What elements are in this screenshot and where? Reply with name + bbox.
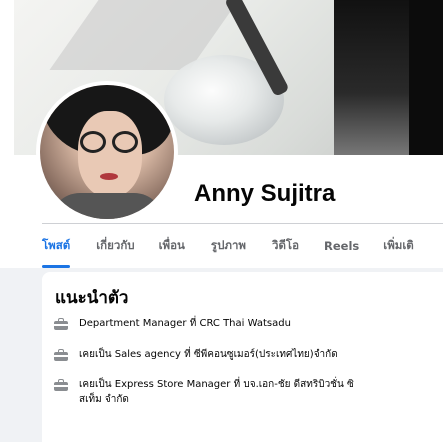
intro-item-text: เคยเป็น Express Store Manager ที่ บจ.เอก… bbox=[79, 379, 354, 405]
profile-tabs: โพสต์ เกี่ยวกับ เพื่อน รูปภาพ วิดีโอ Ree… bbox=[42, 223, 414, 268]
intro-item: เคยเป็น Express Store Manager ที่ บจ.เอก… bbox=[54, 377, 359, 407]
intro-item-text: เคยเป็น Sales agency ที่ ซีพีคอนซูเมอร์(… bbox=[79, 349, 338, 360]
profile-name: Anny Sujitra bbox=[194, 180, 336, 207]
briefcase-icon bbox=[54, 317, 68, 331]
briefcase-icon bbox=[54, 378, 68, 392]
avatar-glasses-right bbox=[112, 131, 138, 153]
avatar-lips bbox=[100, 173, 118, 180]
tab-more[interactable]: เพิ่มเติ bbox=[383, 223, 414, 268]
intro-card: แนะนำตัว Department Manager ที่ CRC Thai… bbox=[42, 272, 443, 442]
avatar-ring[interactable] bbox=[36, 81, 178, 223]
tab-videos[interactable]: วิดีโอ bbox=[272, 223, 299, 268]
tab-posts[interactable]: โพสต์ bbox=[42, 223, 71, 268]
cover-dark-edge bbox=[409, 0, 443, 155]
avatar[interactable] bbox=[40, 85, 174, 219]
tab-photos[interactable]: รูปภาพ bbox=[211, 223, 246, 268]
intro-item: เคยเป็น Sales agency ที่ ซีพีคอนซูเมอร์(… bbox=[54, 347, 419, 362]
tab-reels[interactable]: Reels bbox=[324, 223, 359, 268]
briefcase-icon bbox=[54, 348, 68, 362]
profile-header: Anny Sujitra โพสต์ เกี่ยวกับ เพื่อน รูปภ… bbox=[0, 0, 443, 268]
tab-about[interactable]: เกี่ยวกับ bbox=[96, 223, 134, 268]
intro-item: Department Manager ที่ CRC Thai Watsadu bbox=[54, 316, 419, 331]
avatar-shirt bbox=[50, 193, 164, 219]
tab-friends[interactable]: เพื่อน bbox=[159, 223, 185, 268]
avatar-glasses-left bbox=[80, 131, 106, 153]
avatar-face bbox=[78, 111, 142, 197]
intro-title: แนะนำตัว bbox=[55, 288, 129, 307]
intro-item-text: Department Manager ที่ CRC Thai Watsadu bbox=[79, 318, 291, 329]
